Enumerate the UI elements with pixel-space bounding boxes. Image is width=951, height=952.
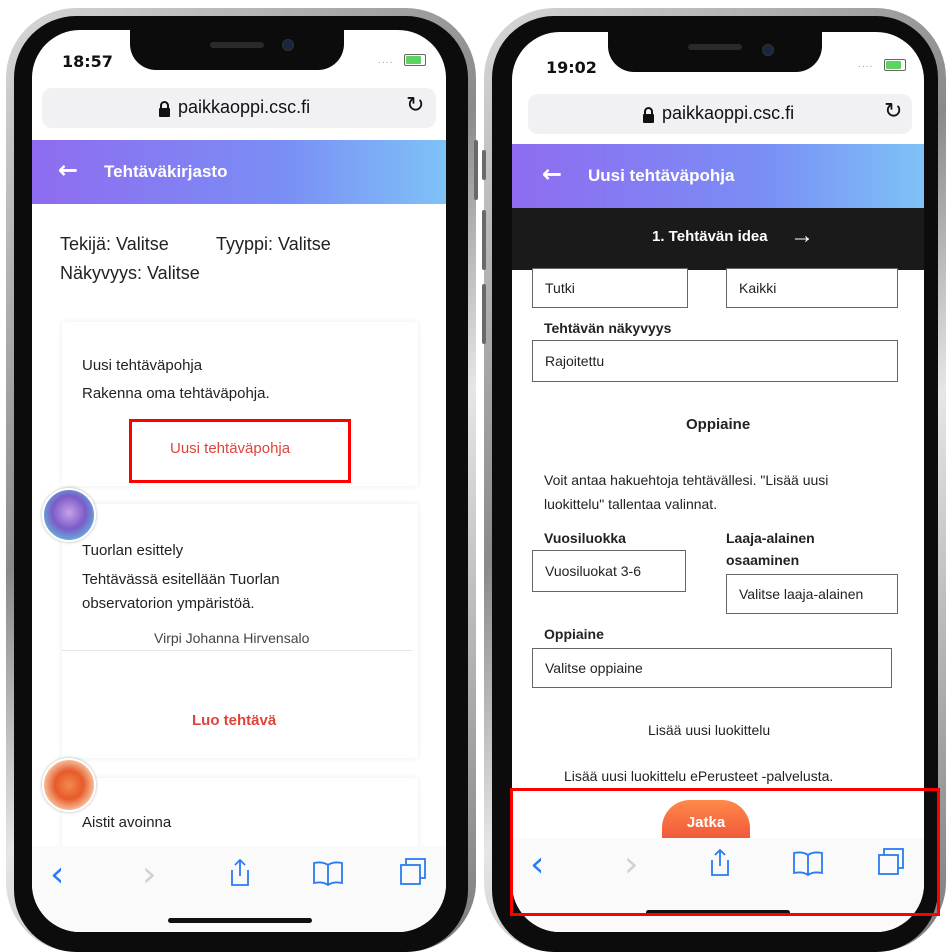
left-address-bar[interactable]: paikkaoppi.csc.fi ↻ bbox=[42, 88, 436, 128]
left-notch bbox=[130, 30, 344, 70]
right-camera bbox=[762, 44, 774, 56]
filter-tyyppi[interactable]: Tyyppi: Valitse bbox=[216, 234, 331, 255]
left-home-indicator bbox=[168, 918, 312, 923]
new-template-title: Uusi tehtäväpohja bbox=[82, 357, 203, 374]
type-field-kaikki[interactable]: Kaikki bbox=[726, 268, 898, 308]
right-highlight-box bbox=[510, 788, 940, 916]
visibility-select[interactable]: Rajoitettu bbox=[532, 340, 898, 382]
grade-select[interactable]: Vuosiluokat 3-6 bbox=[532, 550, 686, 592]
left-app-header: ← Tehtäväkirjasto bbox=[32, 140, 446, 204]
step-next-arrow-icon[interactable]: → bbox=[790, 222, 814, 250]
left-toolbar-back-icon[interactable]: ‹ bbox=[50, 854, 64, 895]
left-share-icon[interactable] bbox=[228, 858, 252, 888]
left-url-text: paikkaoppi.csc.fi bbox=[178, 97, 311, 117]
competence-select[interactable]: Valitse laaja-alainen bbox=[726, 574, 898, 614]
right-reload-icon[interactable]: ↻ bbox=[884, 99, 902, 124]
left-speaker bbox=[210, 42, 264, 48]
help-text-line2: luokittelu" tallentaa valinnat. bbox=[544, 496, 718, 512]
left-camera bbox=[282, 39, 294, 51]
left-signal-icon: .... bbox=[378, 56, 394, 66]
task-avatar-tuorla bbox=[42, 488, 96, 542]
right-signal-icon: .... bbox=[858, 60, 874, 70]
right-url-text: paikkaoppi.csc.fi bbox=[662, 103, 795, 123]
right-status-time: 19:02 bbox=[546, 58, 597, 77]
right-side-button-2 bbox=[482, 210, 486, 270]
add-eperusteet-link[interactable]: Lisää uusi luokittelu ePerusteet -palvel… bbox=[564, 768, 833, 784]
left-header-title: Tehtäväkirjasto bbox=[104, 162, 228, 181]
next-task-title: Aistit avoinna bbox=[82, 814, 172, 831]
left-reload-icon[interactable]: ↻ bbox=[406, 93, 424, 118]
visibility-label: Tehtävän näkyvyys bbox=[544, 320, 672, 336]
right-address-bar[interactable]: paikkaoppi.csc.fi ↻ bbox=[528, 94, 912, 134]
left-side-button bbox=[474, 140, 478, 200]
task-avatar-aistit bbox=[42, 758, 96, 812]
task-description-line1: Tehtävässä esitellään Tuorlan bbox=[82, 571, 280, 588]
right-speaker bbox=[688, 44, 742, 50]
left-toolbar-forward-icon[interactable]: › bbox=[142, 854, 156, 895]
left-highlight-box bbox=[129, 419, 351, 483]
task-description-line2: observatorion ympäristöä. bbox=[82, 595, 255, 612]
competence-label-line2: osaaminen bbox=[726, 552, 800, 568]
add-classification-link[interactable]: Lisää uusi luokittelu bbox=[648, 722, 770, 738]
left-tabs-icon[interactable] bbox=[398, 857, 428, 887]
left-bookmarks-icon[interactable] bbox=[312, 860, 344, 886]
left-back-arrow-icon[interactable]: ← bbox=[58, 156, 78, 184]
subject-label: Oppiaine bbox=[544, 626, 604, 642]
section-heading-oppiaine: Oppiaine bbox=[686, 416, 751, 433]
task-title-tuorla: Tuorlan esittely bbox=[82, 542, 184, 559]
step-label: 1. Tehtävän idea bbox=[652, 228, 768, 245]
right-lock-icon bbox=[643, 107, 654, 123]
grade-label: Vuosiluokka bbox=[544, 530, 626, 546]
right-notch bbox=[608, 32, 822, 72]
new-template-description: Rakenna oma tehtäväpohja. bbox=[82, 385, 270, 402]
left-status-time: 18:57 bbox=[62, 52, 113, 71]
left-battery-icon bbox=[404, 54, 426, 66]
create-task-button[interactable]: Luo tehtävä bbox=[192, 712, 276, 729]
task-author: Virpi Johanna Hirvensalo bbox=[154, 630, 310, 646]
left-lock-icon bbox=[159, 101, 170, 117]
subject-select[interactable]: Valitse oppiaine bbox=[532, 648, 892, 688]
right-app-header: ← Uusi tehtäväpohja bbox=[512, 144, 924, 208]
right-side-button-3 bbox=[482, 284, 486, 344]
type-field-tutki[interactable]: Tutki bbox=[532, 268, 688, 308]
filter-tekija[interactable]: Tekijä: Valitse bbox=[60, 234, 169, 255]
right-back-arrow-icon[interactable]: ← bbox=[542, 160, 562, 188]
right-header-title: Uusi tehtäväpohja bbox=[588, 166, 735, 185]
right-battery-icon bbox=[884, 59, 906, 71]
competence-label-line1: Laaja-alainen bbox=[726, 530, 815, 546]
task-card-divider bbox=[62, 650, 412, 651]
right-side-button-1 bbox=[482, 150, 486, 180]
help-text-line1: Voit antaa hakuehtoja tehtävällesi. "Lis… bbox=[544, 472, 829, 488]
filter-nakyvyys[interactable]: Näkyvyys: Valitse bbox=[60, 263, 200, 284]
step-bar: 1. Tehtävän idea → bbox=[512, 208, 924, 270]
